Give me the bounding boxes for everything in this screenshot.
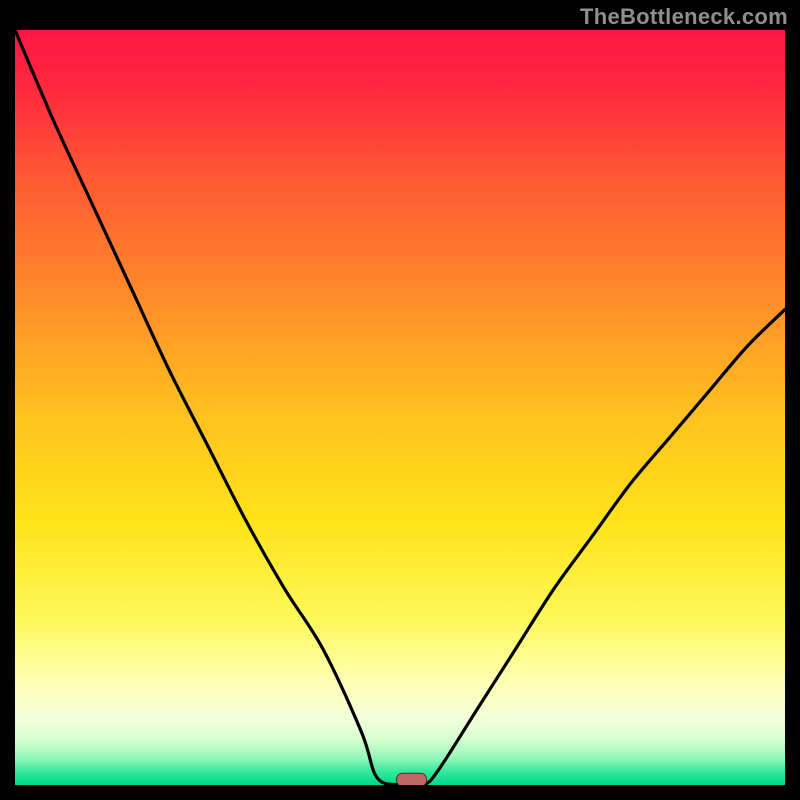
gradient-rect <box>15 30 785 785</box>
chart-svg <box>15 30 785 785</box>
plot-area <box>15 30 785 785</box>
optimum-marker <box>397 773 427 785</box>
watermark-text: TheBottleneck.com <box>580 4 788 30</box>
chart-frame: TheBottleneck.com <box>0 0 800 800</box>
